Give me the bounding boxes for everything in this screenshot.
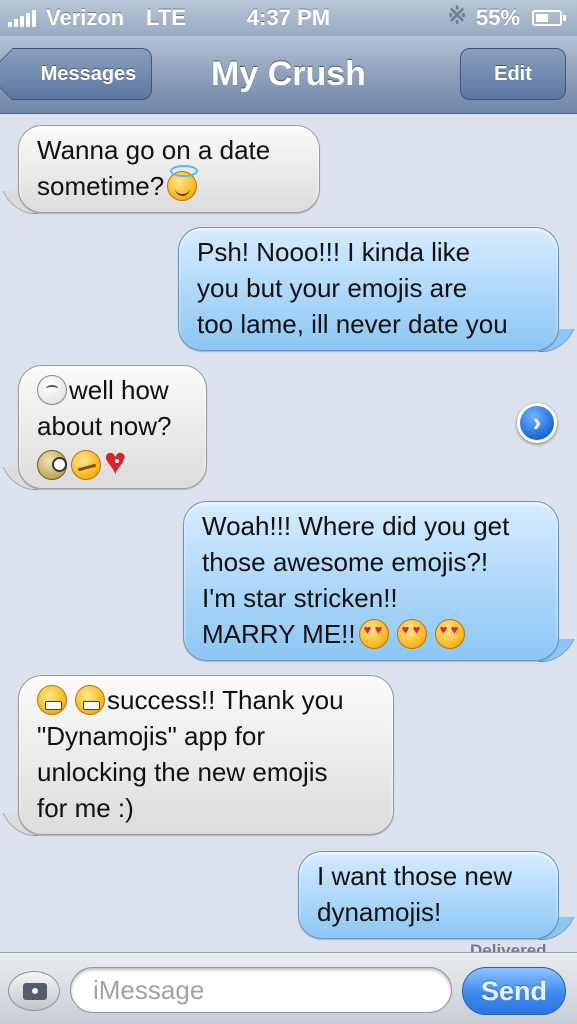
message-line-with-emoji: success!! Thank you — [37, 682, 375, 718]
message-line: dynamojis! — [317, 897, 442, 927]
message-line: Woah!!! Where did you get — [202, 511, 510, 541]
message-line: unlocking the new emojis — [37, 757, 328, 787]
battery-fill — [536, 14, 549, 22]
heart-eyes-icon — [434, 619, 465, 649]
message-line-with-emoji: sometime? — [37, 165, 301, 204]
message-line: too lame, ill never date you — [197, 309, 508, 339]
back-messages-button[interactable]: Messages — [12, 48, 152, 100]
message-line: I'm star stricken!! — [202, 583, 398, 613]
send-button[interactable]: Send — [462, 967, 566, 1015]
heart-eyes-icon — [358, 619, 389, 649]
back-button-wrapper: Messages — [0, 36, 160, 114]
imessage-input[interactable] — [70, 967, 452, 1013]
battery-icon — [532, 10, 566, 26]
conversation-thread[interactable]: Wanna go on a date sometime? Psh! Nooo!!… — [0, 115, 577, 950]
navigation-bar: Messages My Crush Edit — [0, 36, 577, 114]
message-line: about now? — [37, 411, 172, 441]
edit-button[interactable]: Edit — [460, 48, 566, 100]
bluetooth-icon: ※ — [447, 3, 468, 30]
message-bubble-outgoing[interactable]: I want those new dynamojis! — [298, 851, 559, 939]
message-line: you but your emojis are — [197, 273, 468, 303]
grin-icon — [37, 685, 67, 715]
message-line: MARRY ME!! — [202, 619, 356, 649]
message-line: Psh! Nooo!!! I kinda like — [197, 237, 471, 267]
message-bubble-outgoing[interactable]: Psh! Nooo!!! I kinda like you but your e… — [178, 227, 559, 351]
camera-lens — [29, 985, 41, 997]
message-line-with-emoji: well how — [37, 372, 188, 408]
angel-icon — [167, 165, 199, 201]
grin-icon — [75, 685, 105, 715]
status-bar: Verizon LTE 4:37 PM ※ 55% — [0, 0, 577, 36]
heart-face-icon — [104, 442, 137, 482]
message-line: those awesome emojis?! — [202, 547, 489, 577]
message-bubble-incoming[interactable]: Wanna go on a date sometime? — [18, 125, 320, 213]
message-line: sometime? — [37, 171, 165, 201]
monocle-face-icon — [37, 450, 67, 480]
battery-percent: 55% — [476, 5, 521, 30]
message-line: for me :) — [37, 793, 134, 823]
compose-bar: Send — [0, 952, 577, 1024]
chevron-right-icon[interactable]: › — [517, 403, 557, 443]
heart-eyes-icon — [396, 619, 427, 649]
message-bubble-incoming[interactable]: well how about now? — [18, 365, 207, 489]
camera-button[interactable] — [8, 971, 60, 1011]
message-line: "Dynamojis" app for — [37, 721, 265, 751]
smirk-face-icon — [71, 450, 101, 480]
message-bubble-incoming[interactable]: success!! Thank you "Dynamojis" app for … — [18, 675, 394, 835]
message-line: success!! Thank you — [107, 685, 344, 715]
message-line-with-emoji: MARRY ME!! — [202, 616, 540, 652]
emoji-row — [37, 442, 188, 482]
plain-face-icon — [37, 375, 67, 405]
message-line: well how — [69, 375, 169, 405]
message-line: Wanna go on a date — [37, 135, 271, 165]
message-bubble-outgoing[interactable]: Woah!!! Where did you get those awesome … — [183, 501, 559, 661]
message-line: I want those new — [317, 861, 513, 891]
